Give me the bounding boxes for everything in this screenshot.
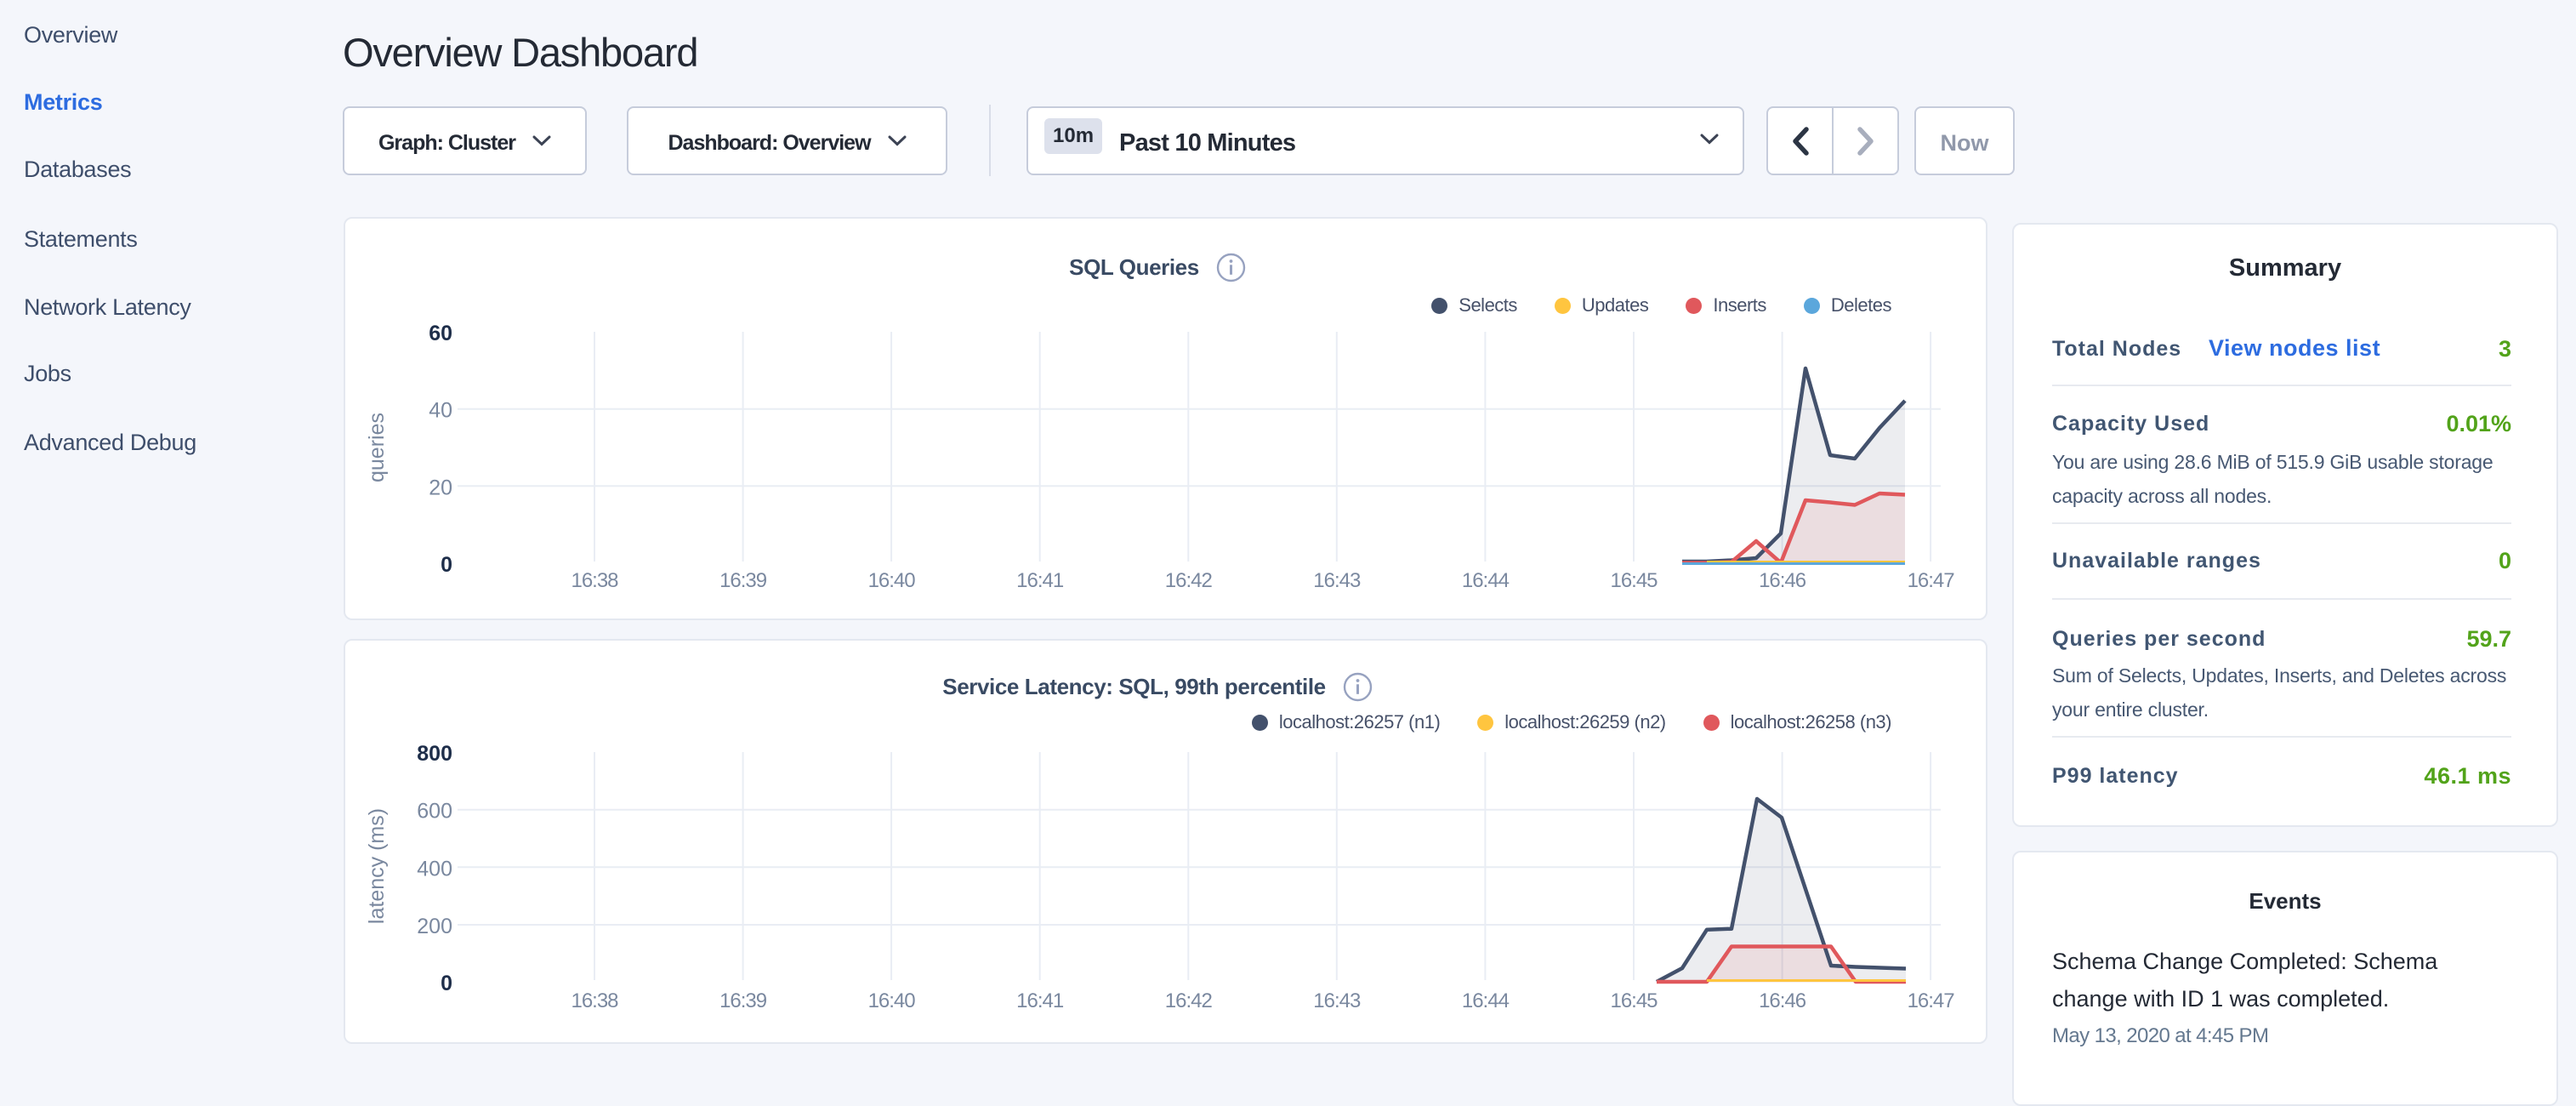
svg-text:600: 600 [417, 800, 452, 824]
svg-text:16:44: 16:44 [1462, 989, 1510, 1012]
svg-text:latency (ms): latency (ms) [365, 808, 389, 924]
svg-text:16:43: 16:43 [1313, 989, 1361, 1012]
svg-text:16:40: 16:40 [868, 989, 916, 1012]
svg-text:16:40: 16:40 [868, 569, 916, 592]
svg-text:16:38: 16:38 [571, 989, 618, 1012]
svg-text:16:42: 16:42 [1165, 989, 1213, 1012]
svg-text:16:41: 16:41 [1016, 989, 1064, 1012]
svg-text:16:43: 16:43 [1313, 569, 1361, 592]
svg-text:16:46: 16:46 [1759, 569, 1806, 592]
svg-text:800: 800 [417, 742, 452, 766]
svg-text:60: 60 [429, 322, 452, 345]
svg-text:16:45: 16:45 [1610, 569, 1658, 592]
svg-text:20: 20 [429, 476, 452, 499]
svg-text:queries: queries [365, 413, 389, 482]
svg-text:200: 200 [417, 915, 452, 938]
svg-text:16:39: 16:39 [719, 989, 767, 1012]
svg-text:40: 40 [429, 399, 452, 423]
svg-text:16:44: 16:44 [1462, 569, 1510, 592]
svg-text:16:47: 16:47 [1908, 989, 1955, 1012]
svg-text:0: 0 [441, 553, 452, 577]
svg-text:0: 0 [441, 972, 452, 995]
svg-text:400: 400 [417, 857, 452, 881]
svg-text:16:41: 16:41 [1016, 569, 1064, 592]
svg-text:16:39: 16:39 [719, 569, 767, 592]
svg-text:16:47: 16:47 [1908, 569, 1955, 592]
svg-text:16:45: 16:45 [1610, 989, 1658, 1012]
svg-text:16:42: 16:42 [1165, 569, 1213, 592]
svg-text:16:46: 16:46 [1759, 989, 1806, 1012]
svg-text:16:38: 16:38 [571, 569, 618, 592]
